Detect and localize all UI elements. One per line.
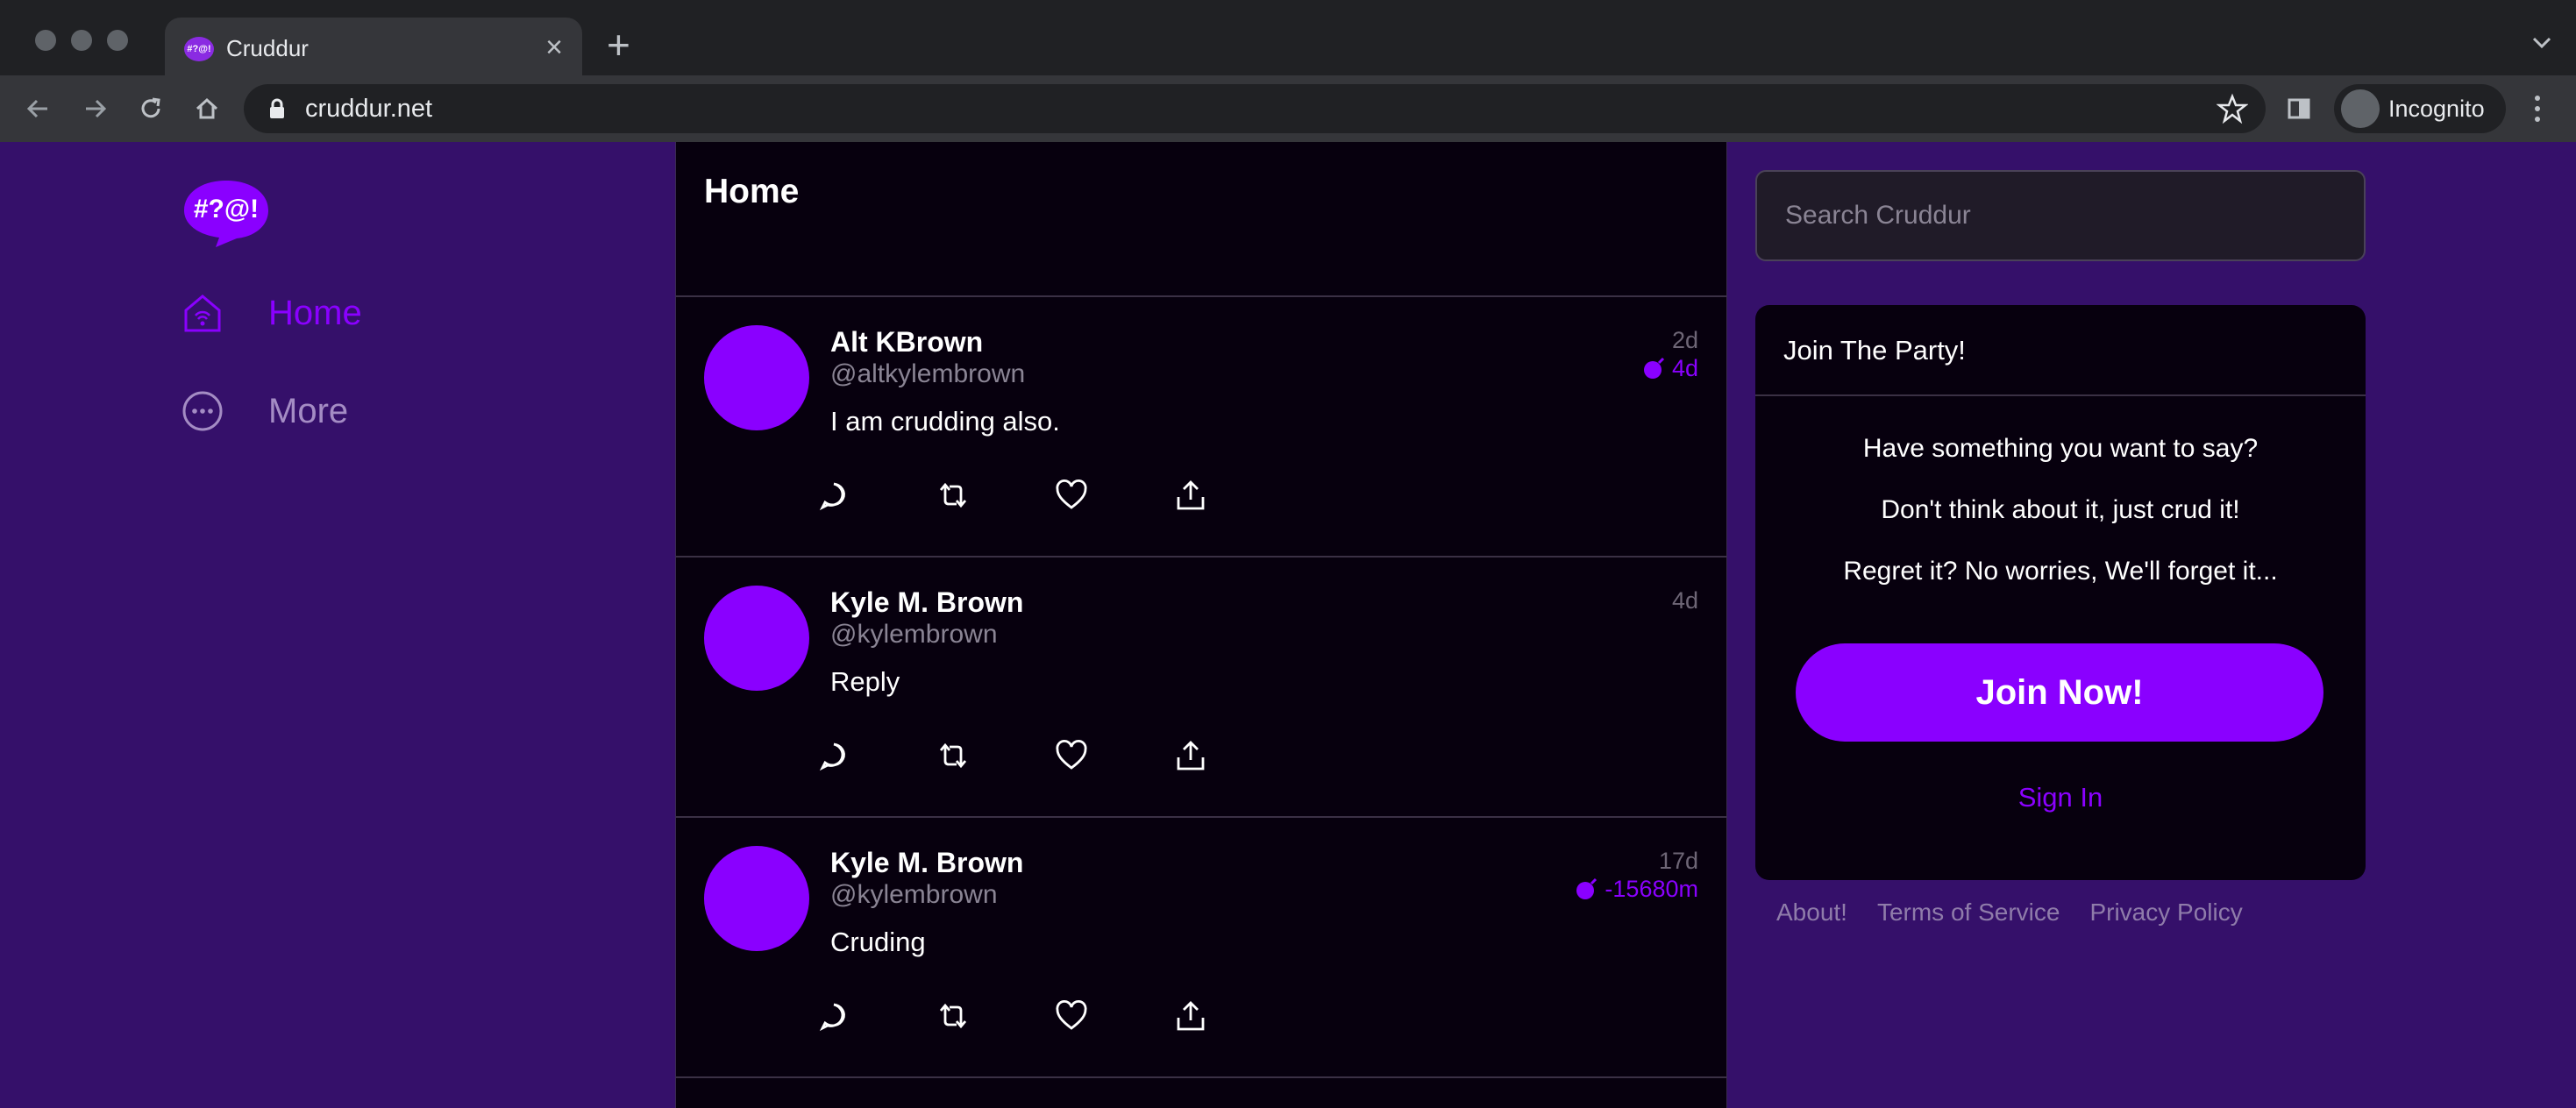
activity-item[interactable]: Alt KBrown @altkylembrown I am crudding …: [676, 297, 1726, 558]
profile-label: Incognito: [2388, 96, 2485, 122]
cruddur-page: #?@! Home More Home Alt KBrown @altkylem…: [0, 142, 2576, 1108]
join-card-line: Don't think about it, just crud it!: [1881, 495, 2240, 524]
display-name[interactable]: Kyle M. Brown: [830, 846, 1023, 879]
search-input[interactable]: Search Cruddur: [1755, 170, 2366, 261]
repost-icon[interactable]: [936, 738, 971, 773]
address-bar[interactable]: cruddur.net: [244, 84, 2266, 133]
activity-actions: [816, 738, 1325, 773]
incognito-profile-button[interactable]: Incognito: [2334, 84, 2506, 133]
more-icon: [182, 391, 223, 431]
lock-icon: [270, 98, 284, 118]
activity-message: Cruding: [830, 927, 926, 957]
share-icon[interactable]: [1173, 998, 1208, 1033]
about-link[interactable]: About!: [1776, 898, 1847, 927]
privacy-link[interactable]: Privacy Policy: [2089, 898, 2242, 927]
bookmark-star-icon[interactable]: [2217, 93, 2248, 124]
user-handle[interactable]: @altkylembrown: [830, 359, 1025, 390]
tab-title: Cruddur: [226, 35, 309, 61]
page-title: Home: [704, 173, 800, 210]
avatar[interactable]: [704, 325, 809, 430]
display-name[interactable]: Kyle M. Brown: [830, 586, 1023, 619]
side-panel-icon[interactable]: [2281, 91, 2316, 126]
join-now-button[interactable]: Join Now!: [1796, 643, 2323, 742]
activity-message: Reply: [830, 666, 900, 697]
reply-icon[interactable]: [816, 738, 851, 773]
activity-actions: [816, 478, 1325, 513]
expires-label: 4d: [1671, 355, 1698, 381]
activity-item[interactable]: Kyle M. Brown @kylembrown Reply 4d: [676, 558, 1726, 818]
tab-favicon: #?@!: [184, 37, 214, 61]
maximize-window-button[interactable]: [107, 30, 128, 51]
sidebar-item-label: More: [268, 392, 349, 430]
share-icon[interactable]: [1173, 478, 1208, 513]
footer-links: About! Terms of Service Privacy Policy: [1776, 898, 2243, 927]
url-text: cruddur.net: [305, 95, 433, 123]
home-icon: [184, 295, 221, 332]
bomb-icon: [1643, 357, 1665, 379]
sidebar-item-home[interactable]: Home: [181, 291, 362, 335]
like-icon[interactable]: [1054, 738, 1089, 773]
new-tab-button[interactable]: +: [607, 25, 630, 65]
activity-message: I am crudding also.: [830, 406, 1060, 437]
user-handle[interactable]: @kylembrown: [830, 619, 998, 650]
like-icon[interactable]: [1054, 478, 1089, 513]
like-icon[interactable]: [1054, 998, 1089, 1033]
expires-label: -15680m: [1605, 876, 1698, 902]
back-icon[interactable]: [21, 91, 56, 126]
sidebar-item-more[interactable]: More: [181, 389, 348, 433]
avatar[interactable]: [704, 846, 809, 951]
sidebar-item-label: Home: [268, 294, 362, 332]
incognito-icon: [2341, 89, 2380, 128]
repost-icon[interactable]: [936, 478, 971, 513]
created-at: 2d: [1671, 327, 1698, 353]
search-placeholder: Search Cruddur: [1785, 201, 1971, 230]
bomb-icon: [1576, 877, 1598, 899]
browser-toolbar: cruddur.net Incognito: [0, 75, 2576, 142]
activity-actions: [816, 998, 1325, 1033]
reply-icon[interactable]: [816, 478, 851, 513]
user-handle[interactable]: @kylembrown: [830, 879, 998, 911]
created-at: 4d: [1671, 587, 1698, 614]
tab-close-button[interactable]: ×: [545, 32, 563, 63]
join-card-line: Have something you want to say?: [1862, 434, 2259, 463]
feed-header: Home: [676, 142, 1726, 297]
forward-icon[interactable]: [77, 91, 112, 126]
avatar[interactable]: [704, 586, 809, 691]
join-card: Join The Party! Have something you want …: [1755, 305, 2366, 880]
join-card-title: Join The Party!: [1755, 305, 2366, 396]
feed: Home Alt KBrown @altkylembrown I am crud…: [675, 142, 1727, 1108]
display-name[interactable]: Alt KBrown: [830, 325, 983, 359]
tab-search-chevron-icon[interactable]: [2529, 32, 2555, 53]
window-controls: [35, 30, 128, 51]
share-icon[interactable]: [1173, 738, 1208, 773]
logo-text: #?@!: [194, 195, 259, 224]
reload-icon[interactable]: [133, 91, 168, 126]
minimize-window-button[interactable]: [71, 30, 92, 51]
home-browser-icon[interactable]: [189, 91, 224, 126]
activity-item[interactable]: Kyle M. Brown @kylembrown Cruding 17d -1…: [676, 818, 1726, 1078]
reply-icon[interactable]: [816, 998, 851, 1033]
sign-in-link[interactable]: Sign In: [1755, 782, 2366, 813]
repost-icon[interactable]: [936, 998, 971, 1033]
join-card-line: Regret it? No worries, We'll forget it..…: [1843, 557, 2278, 586]
expires-at: -15680m: [1575, 876, 1698, 902]
browser-menu-icon[interactable]: [2529, 89, 2546, 128]
cruddur-logo[interactable]: #?@!: [181, 177, 272, 249]
close-window-button[interactable]: [35, 30, 56, 51]
expires-at: 4d: [1642, 355, 1698, 381]
created-at: 17d: [1658, 848, 1698, 874]
terms-link[interactable]: Terms of Service: [1877, 898, 2060, 927]
